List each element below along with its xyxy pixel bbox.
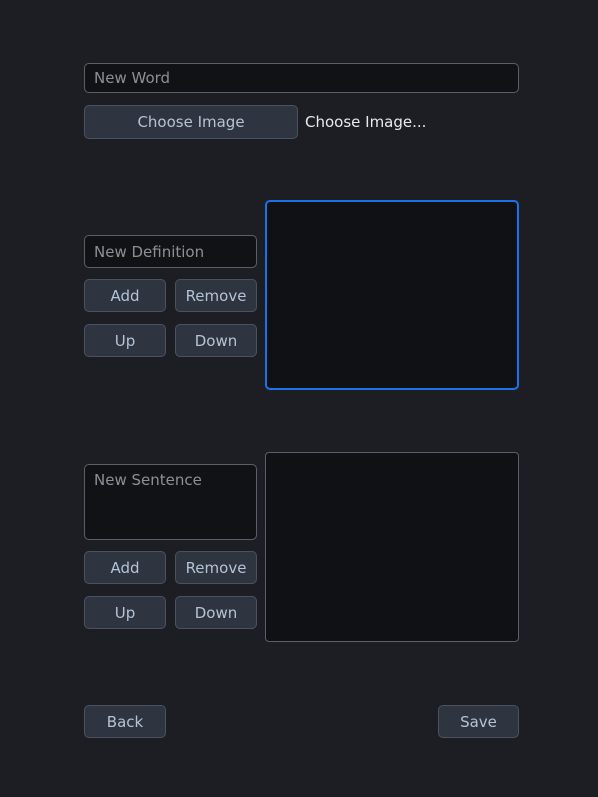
definition-remove-button[interactable]: Remove xyxy=(175,279,257,312)
definition-down-button[interactable]: Down xyxy=(175,324,257,357)
choose-image-button[interactable]: Choose Image xyxy=(84,105,298,139)
definition-input[interactable] xyxy=(84,235,257,268)
sentence-list[interactable] xyxy=(265,452,519,642)
sentence-input[interactable] xyxy=(84,464,257,540)
sentence-add-button[interactable]: Add xyxy=(84,551,166,584)
editor-form: Choose Image Choose Image... Add Remove … xyxy=(0,0,598,797)
definition-list[interactable] xyxy=(265,200,519,390)
sentence-down-button[interactable]: Down xyxy=(175,596,257,629)
save-button[interactable]: Save xyxy=(438,705,519,738)
definition-add-button[interactable]: Add xyxy=(84,279,166,312)
sentence-up-button[interactable]: Up xyxy=(84,596,166,629)
back-button[interactable]: Back xyxy=(84,705,166,738)
sentence-remove-button[interactable]: Remove xyxy=(175,551,257,584)
word-input[interactable] xyxy=(84,63,519,93)
definition-up-button[interactable]: Up xyxy=(84,324,166,357)
choose-image-status-label: Choose Image... xyxy=(305,113,427,131)
